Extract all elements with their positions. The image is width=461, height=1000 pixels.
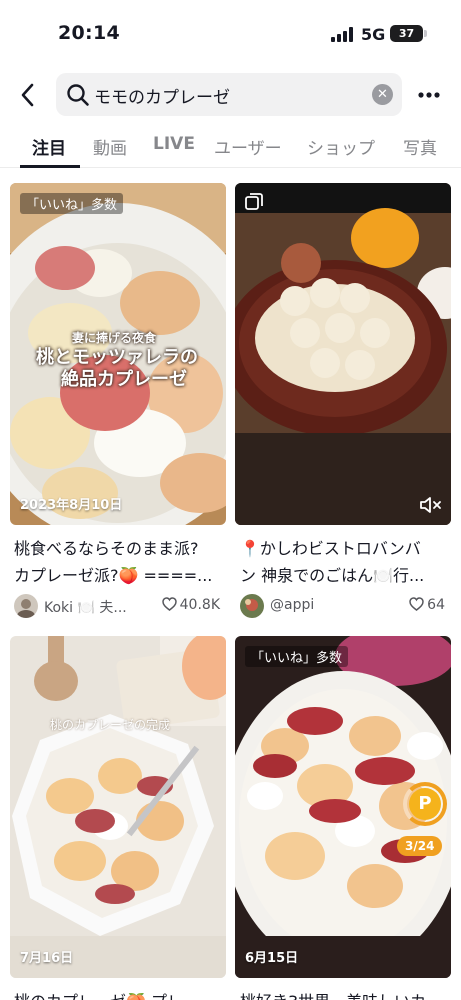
points-letter: P [418, 793, 432, 814]
caption-line1: 📍かしわビストロバンバ [240, 539, 421, 558]
points-coin-icon[interactable]: P [409, 788, 441, 820]
like-count-value: 40.8K [179, 597, 220, 613]
tab-shop[interactable]: ショップ [307, 134, 375, 159]
like-count-value: 64 [427, 597, 445, 613]
tab-live[interactable]: LIVE [153, 134, 195, 154]
status-bar: 20:14 5G 37 [0, 0, 461, 62]
search-tabs: 注目 動画 LIVE ユーザー ショップ 写真 [0, 124, 461, 168]
battery-level: 37 [398, 27, 415, 40]
like-count[interactable]: 64 [409, 597, 445, 613]
battery-cap [424, 30, 427, 37]
search-bar[interactable]: モモのカプレーゼ ✕ [56, 73, 402, 116]
video-thumbnail[interactable]: 「いいね」多数 P 3/24 6月15日 [235, 636, 451, 978]
post-date: 7月16日 [20, 951, 74, 966]
points-progress-label: 3/24 [397, 836, 443, 856]
caption-line2: カプレーゼ派?🍑 ====... [14, 566, 213, 585]
post-caption[interactable]: 📍かしわビストロバンバ ン 神泉でのごはん🍽️行... [240, 535, 452, 589]
mute-icon[interactable] [419, 495, 443, 515]
post-caption[interactable]: 桃好き3世界一美味しいカ [240, 988, 452, 1000]
popular-badge: 「いいね」多数 [245, 646, 349, 667]
tab-featured[interactable]: 注目 [32, 134, 66, 159]
tab-videos[interactable]: 動画 [93, 134, 127, 159]
search-query[interactable]: モモのカプレーゼ [94, 83, 230, 108]
avatar[interactable] [14, 594, 38, 618]
food-photo [10, 636, 226, 978]
video-thumbnail[interactable]: 桃のカプレーゼの完成 7月16日 [10, 636, 226, 978]
back-button[interactable] [14, 80, 40, 110]
post-caption[interactable]: 桃食べるならそのまま派? カプレーゼ派?🍑 ====... [14, 535, 226, 589]
more-options-icon[interactable] [416, 83, 442, 107]
thumbnail-title-line2: 絶品カプレーゼ [61, 369, 187, 390]
author-name[interactable]: @appi [270, 597, 314, 613]
author-name[interactable]: Koki 🍽️ 夫... [44, 597, 127, 617]
caption-line1: 桃好き3世界一美味しいカ [240, 988, 452, 1000]
heart-icon [161, 597, 177, 611]
popular-badge: 「いいね」多数 [20, 193, 124, 214]
tab-users[interactable]: ユーザー [214, 134, 282, 159]
caption-line1: 桃食べるならそのまま派? [14, 539, 199, 558]
network-type: 5G [361, 25, 386, 44]
close-icon: ✕ [377, 87, 388, 102]
caption-line1: 桃のカプレーゼ🍑 プレ... [14, 988, 226, 1000]
like-count[interactable]: 40.8K [161, 597, 220, 613]
heart-icon [409, 597, 424, 611]
post-date: 2023年8月10日 [20, 498, 123, 513]
avatar[interactable] [240, 594, 264, 618]
post-meta: @appi 64 [240, 594, 445, 618]
tab-photos[interactable]: 写真 [403, 134, 437, 159]
battery-icon: 37 [390, 25, 423, 42]
post-meta: Koki 🍽️ 夫... 40.8K [14, 594, 220, 618]
caption-line2: ン 神泉でのごはん🍽️行... [240, 566, 425, 585]
post-date: 6月15日 [245, 951, 299, 966]
video-thumbnail[interactable] [235, 183, 451, 525]
thumbnail-subtitle: 桃のカプレーゼの完成 [50, 718, 171, 732]
food-photo [235, 183, 451, 525]
active-tab-indicator [20, 165, 80, 168]
search-icon [67, 84, 89, 106]
signal-icon [331, 27, 353, 42]
clear-search-button[interactable]: ✕ [372, 84, 393, 105]
post-caption[interactable]: 桃のカプレーゼ🍑 プレ... [14, 988, 226, 1000]
chevron-left-icon [21, 83, 34, 107]
multi-photo-icon [245, 193, 263, 210]
status-time: 20:14 [58, 22, 120, 44]
video-thumbnail[interactable]: 「いいね」多数 妻に捧げる夜食 桃とモッツァレラの 絶品カプレーゼ 2023年8… [10, 183, 226, 525]
